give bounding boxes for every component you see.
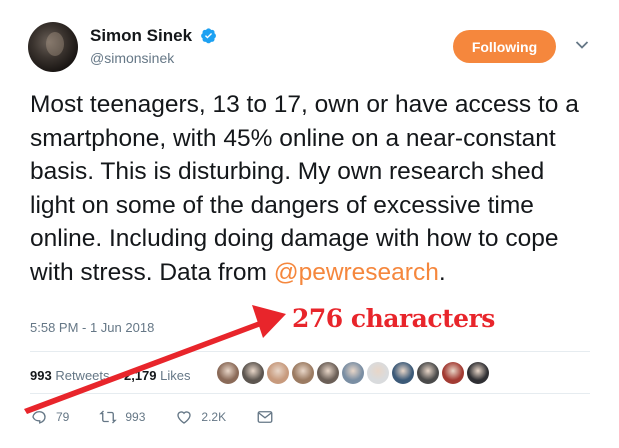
verified-badge-icon <box>201 28 216 44</box>
liker-avatar[interactable] <box>342 362 364 384</box>
divider <box>30 393 590 394</box>
like-count: 2.2K <box>201 410 227 424</box>
timestamp[interactable]: 5:58 PM - 1 Jun 2018 <box>30 320 154 335</box>
retweets-count[interactable]: 993 <box>30 368 52 383</box>
tweet-end: . <box>438 258 446 286</box>
retweet-icon <box>99 410 118 424</box>
liker-avatar[interactable] <box>417 362 439 384</box>
message-button[interactable] <box>256 408 274 426</box>
tweet-body: Most teenagers, 13 to 17, own or have ac… <box>30 91 579 286</box>
reply-icon <box>32 411 46 424</box>
liker-avatar[interactable] <box>292 362 314 384</box>
author-handle[interactable]: @simonsinek <box>90 50 174 66</box>
avatar[interactable] <box>28 22 78 72</box>
tweet-text: Most teenagers, 13 to 17, own or have ac… <box>30 88 595 289</box>
retweets-label[interactable]: Retweets <box>55 368 109 383</box>
retweet-count: 993 <box>125 410 146 424</box>
liker-avatar[interactable] <box>442 362 464 384</box>
liker-avatars <box>217 362 489 384</box>
mention-link[interactable]: @pewresearch <box>274 259 439 286</box>
liker-avatar[interactable] <box>317 362 339 384</box>
like-button[interactable]: 2.2K <box>175 408 226 426</box>
liker-avatar[interactable] <box>267 362 289 384</box>
chevron-down-icon[interactable] <box>575 40 589 50</box>
likes-label[interactable]: Likes <box>160 368 190 383</box>
engagement-stats: 993 Retweets 2,179 Likes <box>30 368 191 383</box>
following-button[interactable]: Following <box>453 30 556 63</box>
likes-count[interactable]: 2,179 <box>124 368 157 383</box>
retweet-button[interactable]: 993 <box>99 408 145 426</box>
heart-icon <box>177 411 192 424</box>
liker-avatar[interactable] <box>367 362 389 384</box>
liker-avatar[interactable] <box>242 362 264 384</box>
liker-avatar[interactable] <box>467 362 489 384</box>
liker-avatar[interactable] <box>392 362 414 384</box>
divider <box>30 351 590 352</box>
reply-button[interactable]: 79 <box>30 408 69 426</box>
character-count-annotation: 276 characters <box>292 304 495 333</box>
reply-count: 79 <box>56 410 70 424</box>
author-name[interactable]: Simon Sinek <box>90 26 192 46</box>
envelope-icon <box>257 411 273 423</box>
liker-avatar[interactable] <box>217 362 239 384</box>
action-bar: 79 993 2.2K <box>30 408 304 426</box>
